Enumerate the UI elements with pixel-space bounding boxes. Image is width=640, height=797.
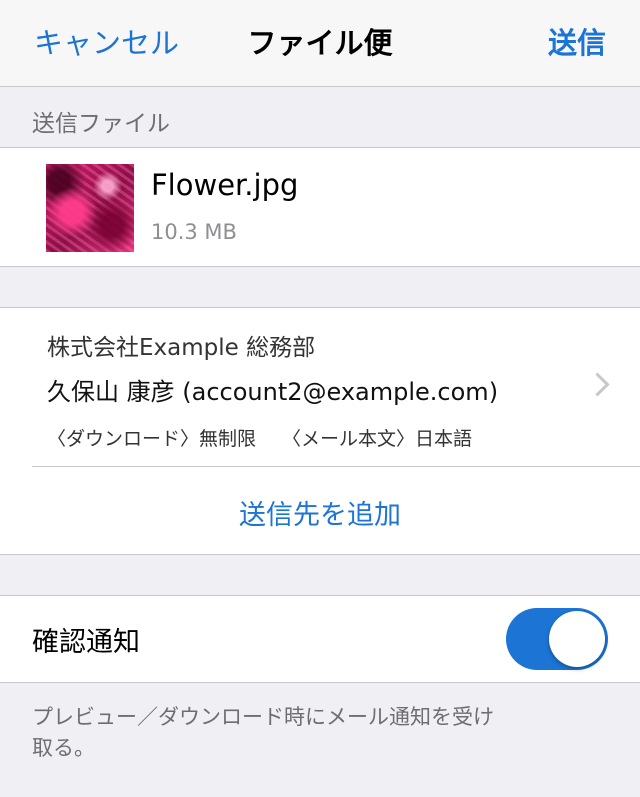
navigation-bar: キャンセル ファイル便 送信 [0,0,640,87]
divider [32,466,640,467]
notification-label: 確認通知 [32,627,140,658]
file-row[interactable]: Flower.jpg 10.3 MB [0,147,640,267]
toggle-knob [549,611,605,667]
send-button[interactable]: 送信 [548,20,606,62]
page-title: ファイル便 [247,26,393,60]
file-name: Flower.jpg [151,168,299,202]
recipient-options: 〈ダウンロード〉無制限 〈メール本文〉日本語 [47,424,472,451]
file-thumbnail [46,164,134,252]
files-section-header: 送信ファイル [32,111,170,137]
chevron-right-icon [585,372,610,397]
recipient-company: 株式会社Example 総務部 [47,335,316,361]
add-recipient-button[interactable]: 送信先を追加 [0,493,640,532]
notification-description: プレビュー／ダウンロード時にメール通知を受け取る。 [32,705,494,760]
download-option: 〈ダウンロード〉無制限 [47,428,257,450]
file-size: 10.3 MB [151,220,237,244]
notification-row: 確認通知 [0,595,640,683]
recipient-name-email: 久保山 康彦 (account2@example.com) [47,378,499,406]
mail-body-option: 〈メール本文〉日本語 [282,428,473,450]
notification-toggle[interactable] [506,608,608,670]
recipient-card: 株式会社Example 総務部 久保山 康彦 (account2@example… [0,307,640,555]
recipient-row[interactable]: 株式会社Example 総務部 久保山 康彦 (account2@example… [0,308,640,468]
